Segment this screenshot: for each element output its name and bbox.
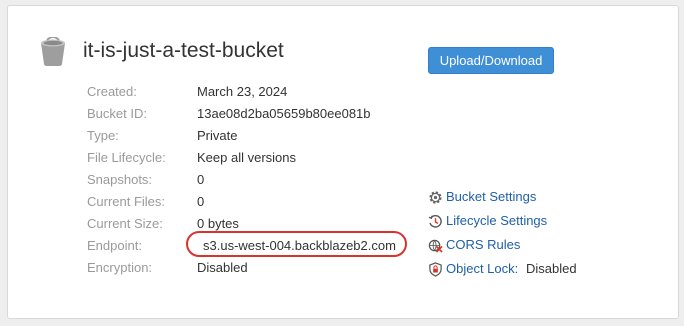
- cors-icon: [428, 239, 443, 253]
- lifecycle-settings-label[interactable]: Lifecycle Settings: [446, 210, 547, 232]
- cors-rules-label[interactable]: CORS Rules: [446, 234, 520, 256]
- file-lifecycle-value: Keep all versions: [197, 150, 296, 165]
- shield-icon: [429, 262, 442, 277]
- snapshots-label: Snapshots:: [87, 172, 153, 187]
- bucket-card: it-is-just-a-test-bucket Upload/Download…: [7, 5, 679, 319]
- current-files-label: Current Files:: [87, 194, 166, 209]
- object-lock-status: Disabled: [526, 261, 577, 276]
- type-label: Type:: [87, 128, 119, 143]
- bucket-id-value: 13ae08d2ba05659b80ee081b: [197, 106, 371, 121]
- gear-icon: [429, 191, 442, 204]
- object-lock-label[interactable]: Object Lock:: [446, 258, 518, 280]
- created-value: March 23, 2024: [197, 84, 288, 99]
- bucket-name: it-is-just-a-test-bucket: [83, 39, 284, 62]
- encryption-value: Disabled: [197, 260, 248, 275]
- snapshots-value: 0: [197, 172, 205, 187]
- endpoint-label: Endpoint:: [87, 238, 142, 253]
- type-value: Private: [197, 128, 238, 143]
- clock-icon: [428, 215, 442, 228]
- current-files-value: 0: [197, 194, 205, 209]
- current-size-label: Current Size:: [87, 216, 163, 231]
- file-lifecycle-label: File Lifecycle:: [87, 150, 166, 165]
- bucket-settings-label[interactable]: Bucket Settings: [446, 186, 536, 208]
- endpoint-highlight-annotation: [186, 231, 407, 257]
- bucket-icon: [41, 37, 65, 66]
- upload-download-button[interactable]: Upload/Download: [428, 47, 554, 74]
- encryption-label: Encryption:: [87, 260, 153, 275]
- created-label: Created:: [87, 84, 137, 99]
- bucket-id-label: Bucket ID:: [87, 106, 147, 121]
